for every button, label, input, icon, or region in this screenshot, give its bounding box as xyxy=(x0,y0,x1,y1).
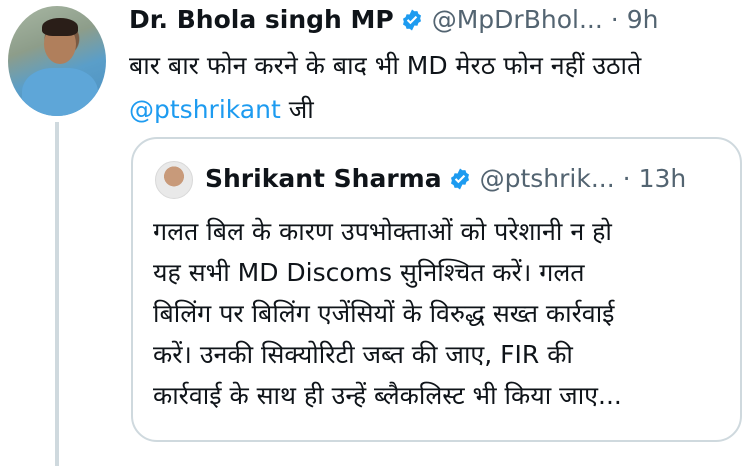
separator-dot: · xyxy=(622,164,631,193)
quoted-tweet-timestamp[interactable]: 13h xyxy=(639,163,687,195)
tweet-header: Dr. Bhola singh MP @MpDrBhol... · 9h xyxy=(129,4,742,36)
tweet-body: बार बार फोन करने के बाद भी MD मेरठ फोन न… xyxy=(129,44,744,132)
quoted-author-display-name[interactable]: Shrikant Sharma xyxy=(205,163,442,195)
quoted-text-line: कार्रवाई के साथ ही उन्हें ब्लैकलिस्ट भी … xyxy=(153,381,622,410)
author-handle[interactable]: @MpDrBhol... xyxy=(432,4,603,36)
quoted-author-avatar[interactable] xyxy=(155,161,193,199)
tweet-mention-line: @ptshrikant जी xyxy=(129,88,744,132)
thread-connector-line xyxy=(55,122,59,466)
quoted-author-handle[interactable]: @ptshrik... xyxy=(480,163,615,195)
quoted-text-line: बिलिंग पर बिलिंग एजेंसियों के विरुद्ध सख… xyxy=(153,299,615,328)
tweet-text-suffix: जी xyxy=(280,95,314,124)
author-avatar[interactable] xyxy=(8,6,106,116)
tweet-timestamp[interactable]: 9h xyxy=(627,4,659,36)
quoted-tweet-card[interactable]: Shrikant Sharma @ptshrik... · 13h गलत बि… xyxy=(131,137,742,442)
quoted-text-line: करें। उनकी सिक्योरिटी जब्त की जाए, FIR क… xyxy=(153,340,573,369)
quoted-text-line: गलत बिल के कारण उपभोक्ताओं को परेशानी न … xyxy=(153,217,612,246)
avatar-hair xyxy=(42,18,78,36)
author-display-name[interactable]: Dr. Bhola singh MP xyxy=(129,4,394,36)
avatar-shirt xyxy=(22,68,98,116)
separator-dot: · xyxy=(610,5,619,34)
mention-link[interactable]: @ptshrikant xyxy=(129,95,281,124)
quoted-tweet-header: Shrikant Sharma @ptshrik... · 13h xyxy=(205,163,730,195)
verified-badge-icon xyxy=(402,9,421,31)
tweet-text-line: बार बार फोन करने के बाद भी MD मेरठ फोन न… xyxy=(129,51,642,80)
quoted-tweet-body: गलत बिल के कारण उपभोक्ताओं को परेशानी न … xyxy=(153,211,726,416)
quoted-text-line: यह सभी MD Discoms सुनिश्चित करें। गलत xyxy=(153,258,585,287)
verified-badge-icon xyxy=(450,168,469,190)
